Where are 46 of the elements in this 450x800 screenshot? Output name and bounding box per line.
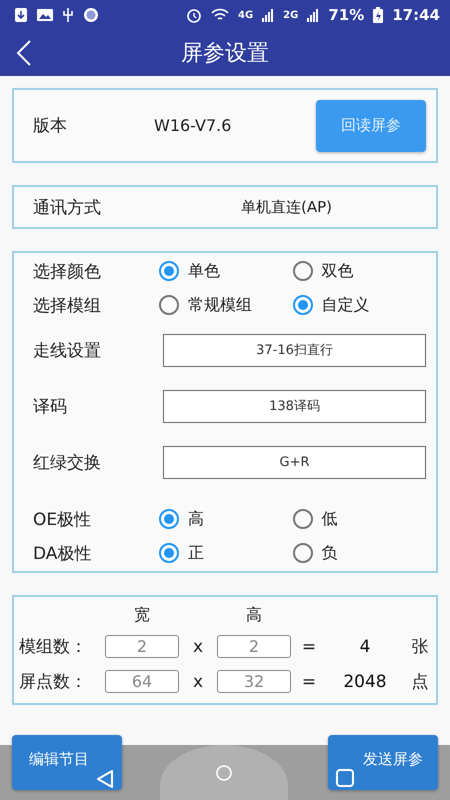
- setting-label: 译码: [33, 396, 68, 418]
- number-input[interactable]: 2: [217, 635, 291, 658]
- network-label: 2G: [283, 10, 298, 20]
- send-button[interactable]: 发送屏参: [328, 735, 438, 790]
- unit-label: 张: [410, 636, 430, 658]
- option-label: 正: [188, 542, 204, 564]
- version-value: W16-V7.6: [154, 116, 232, 135]
- option-label: 常规模组: [188, 294, 252, 316]
- setting-label: OE极性: [33, 508, 92, 530]
- row-label: 屏点数：: [19, 671, 88, 693]
- screen-title: 屏参设置: [181, 40, 269, 68]
- equals-sign: =: [300, 672, 318, 692]
- times-sign: x: [192, 636, 204, 656]
- option-label: 负: [322, 542, 338, 564]
- total-value: 4: [358, 636, 372, 656]
- network-label: 4G: [238, 10, 254, 20]
- setting-label: 红绿交换: [33, 452, 102, 474]
- times-sign: x: [192, 672, 204, 692]
- total-value: 2048: [342, 672, 388, 692]
- row-label: 模组数：: [19, 636, 88, 658]
- read-back-button[interactable]: 回读屏参: [316, 100, 426, 152]
- number-input[interactable]: 64: [105, 670, 179, 693]
- option-label: 自定义: [322, 294, 370, 316]
- edit-program-button[interactable]: 编辑节目: [12, 735, 122, 790]
- comm-label: 通讯方式: [33, 196, 102, 218]
- select-field[interactable]: G+R: [163, 446, 426, 478]
- option-label: 低: [322, 508, 338, 530]
- select-field[interactable]: 37-16扫直行: [163, 334, 426, 366]
- select-field[interactable]: 138译码: [163, 390, 426, 422]
- setting-label: DA极性: [33, 542, 92, 564]
- option-label: 双色: [322, 260, 354, 282]
- setting-label: 选择颜色: [33, 260, 102, 282]
- setting-label: 走线设置: [33, 340, 102, 362]
- number-input[interactable]: 32: [217, 670, 291, 693]
- setting-label: 选择模组: [33, 294, 102, 316]
- clock: 17:44: [392, 6, 440, 24]
- equals-sign: =: [300, 636, 318, 656]
- unit-label: 点: [410, 671, 430, 693]
- option-label: 高: [188, 508, 204, 530]
- column-header: 宽: [133, 604, 151, 626]
- option-label: 单色: [188, 260, 220, 282]
- version-label: 版本: [33, 115, 68, 137]
- number-input[interactable]: 2: [105, 635, 179, 658]
- battery-percent: 71%: [328, 6, 364, 24]
- column-header: 高: [245, 604, 263, 626]
- comm-value: 单机直连(AP): [241, 198, 332, 216]
